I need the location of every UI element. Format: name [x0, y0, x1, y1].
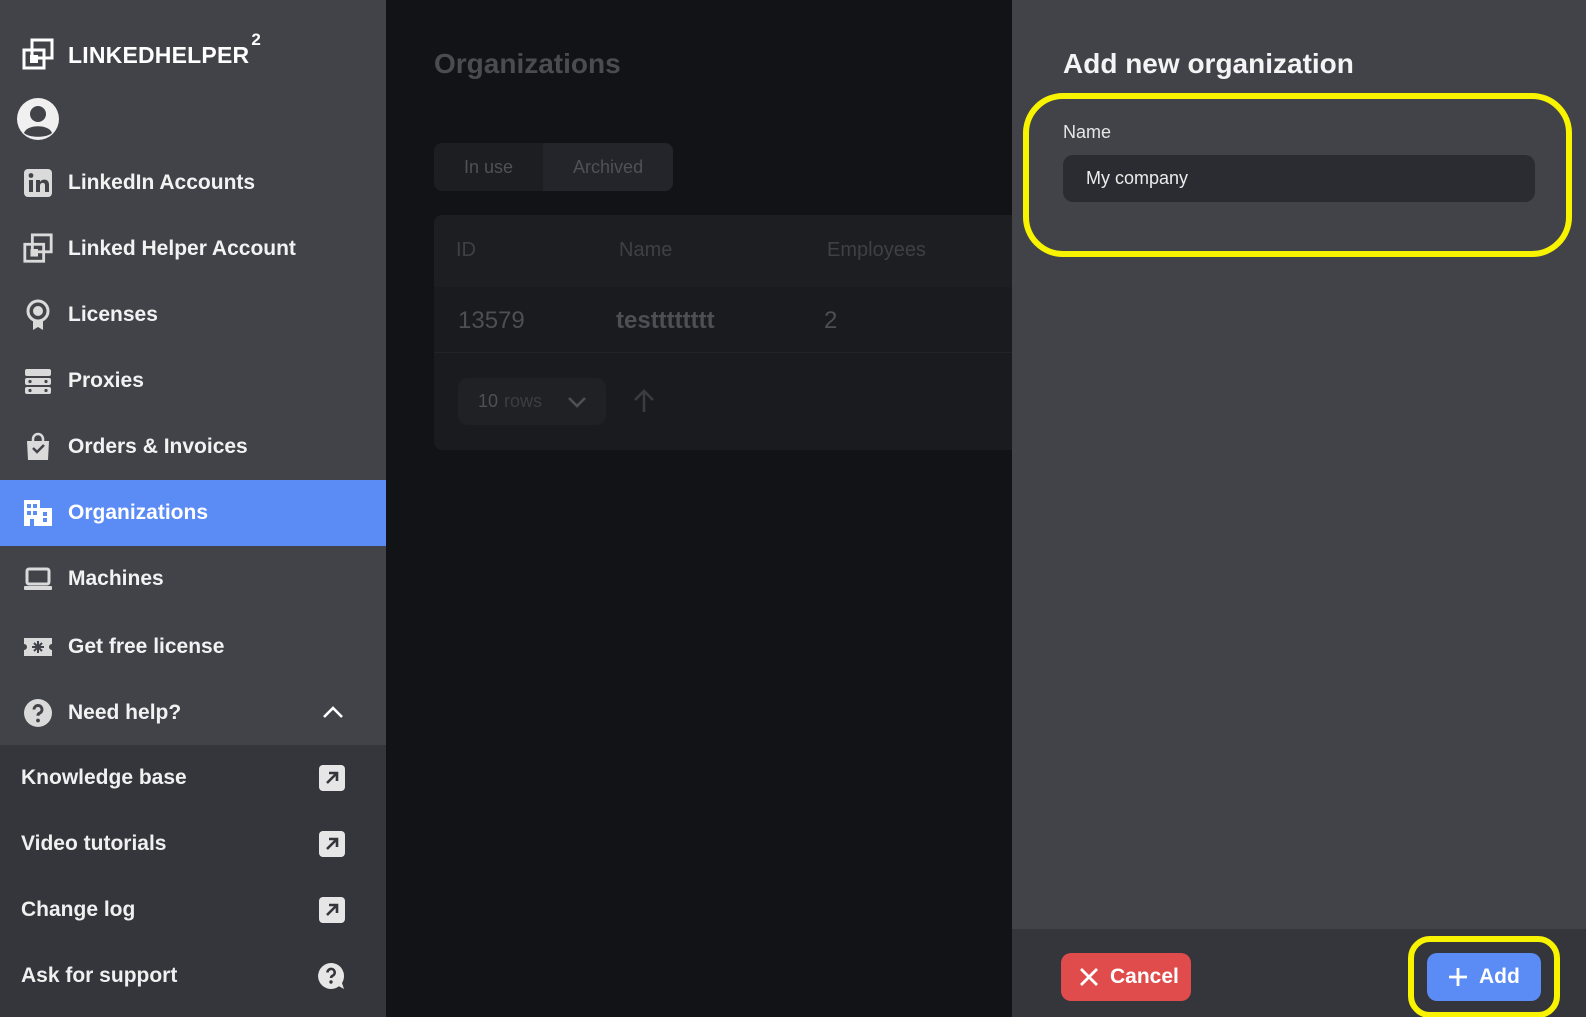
- sidebar-item-get-free-license[interactable]: Get free license: [0, 612, 386, 682]
- page-title: Organizations: [434, 48, 621, 79]
- help-icon: [24, 699, 52, 727]
- cancel-button-label: Cancel: [1110, 965, 1179, 988]
- sidebar-item-label: Linked Helper Account: [68, 237, 296, 260]
- shopping-bag-icon: [27, 432, 49, 460]
- name-field-highlight: [1023, 93, 1572, 257]
- laptop-icon: [24, 567, 52, 590]
- chat-question-icon: [318, 962, 345, 989]
- external-link-icon: [319, 765, 345, 791]
- sidebar-item-proxies[interactable]: Proxies: [0, 348, 386, 414]
- sidebar-item-organizations[interactable]: Organizations: [0, 480, 386, 546]
- add-organization-drawer: Add new organization Name Cancel Add: [1012, 0, 1586, 1017]
- help-item-label: Ask for support: [21, 964, 178, 987]
- drawer-title: Add new organization: [1063, 48, 1354, 79]
- column-header-name[interactable]: Name: [619, 239, 672, 262]
- sidebar-item-label: Licenses: [68, 303, 158, 326]
- help-item-label: Video tutorials: [21, 832, 167, 855]
- sidebar-item-licenses[interactable]: Licenses: [0, 282, 386, 348]
- drawer-footer: Cancel Add: [1012, 929, 1586, 1017]
- table-header: ID Name Employees: [434, 215, 1012, 287]
- table-row[interactable]: 13579 testttttttt 2: [434, 287, 1012, 353]
- server-icon: [25, 369, 51, 394]
- cell-employees: 2: [824, 307, 838, 334]
- cell-name: testttttttt: [616, 307, 715, 334]
- help-item-ask-for-support[interactable]: Ask for support: [0, 943, 386, 1009]
- building-icon: [24, 500, 52, 526]
- sidebar-item-label: Get free license: [68, 635, 225, 658]
- tab-in-use[interactable]: In use: [434, 143, 543, 191]
- sidebar: LINKEDHELPER 2 LinkedIn Accounts Linked …: [0, 0, 386, 1017]
- sidebar-item-linkedin-accounts[interactable]: LinkedIn Accounts: [0, 150, 386, 216]
- tab-archived[interactable]: Archived: [543, 143, 674, 191]
- sidebar-item-label: Organizations: [68, 501, 209, 524]
- external-link-icon: [319, 831, 345, 857]
- app-root: LINKEDHELPER 2 LinkedIn Accounts Linked …: [0, 0, 1586, 1017]
- brand-logo[interactable]: LINKEDHELPER 2: [22, 30, 261, 74]
- sidebar-item-label: Machines: [68, 567, 164, 590]
- avatar-icon[interactable]: [16, 97, 60, 141]
- sidebar-item-linked-helper-account[interactable]: Linked Helper Account: [0, 216, 386, 282]
- award-icon: [26, 299, 50, 330]
- rows-per-page-select[interactable]: 10 rows: [458, 378, 606, 425]
- sidebar-item-orders-invoices[interactable]: Orders & Invoices: [0, 414, 386, 480]
- brand-name: LINKEDHELPER: [68, 42, 250, 68]
- main-content: Organizations In use Archived ID Name Em…: [386, 0, 1012, 1017]
- organizations-table: ID Name Employees 13579 testttttttt 2 10…: [434, 215, 1012, 450]
- column-header-id[interactable]: ID: [456, 239, 476, 262]
- cell-id: 13579: [458, 307, 525, 334]
- chevron-up-icon[interactable]: [320, 700, 346, 726]
- sidebar-nav: LinkedIn Accounts Linked Helper Account …: [0, 150, 386, 744]
- sidebar-item-machines[interactable]: Machines: [0, 546, 386, 612]
- sidebar-item-label: Need help?: [68, 701, 182, 724]
- chevron-down-icon: [568, 397, 586, 408]
- help-item-knowledge-base[interactable]: Knowledge base: [0, 745, 386, 811]
- sidebar-item-label: LinkedIn Accounts: [68, 171, 256, 194]
- column-header-employees[interactable]: Employees: [827, 239, 926, 262]
- add-button-highlight: [1408, 936, 1560, 1017]
- sidebar-item-label: Proxies: [68, 369, 144, 392]
- ticket-icon: [24, 638, 52, 656]
- help-item-label: Knowledge base: [21, 766, 187, 789]
- external-link-icon: [319, 897, 345, 923]
- arrow-up-icon[interactable]: [630, 387, 658, 415]
- close-icon: [1080, 968, 1098, 986]
- linkedhelper-logo-icon: [22, 38, 54, 70]
- sidebar-item-label: Orders & Invoices: [68, 435, 248, 458]
- tabs: In use Archived: [434, 143, 674, 191]
- help-item-video-tutorials[interactable]: Video tutorials: [0, 811, 386, 877]
- rows-value: 10: [478, 391, 499, 411]
- cancel-button[interactable]: Cancel: [1061, 953, 1191, 1001]
- brand-version: 2: [251, 30, 261, 49]
- linkedin-icon: [24, 169, 52, 197]
- help-item-change-log[interactable]: Change log: [0, 877, 386, 943]
- rows-label: rows: [504, 391, 543, 411]
- help-item-label: Change log: [21, 898, 136, 921]
- sidebar-item-need-help[interactable]: Need help?: [0, 682, 386, 744]
- help-submenu: Knowledge base Video tutorials Change lo…: [0, 745, 386, 1017]
- linkedhelper-icon: [23, 233, 53, 263]
